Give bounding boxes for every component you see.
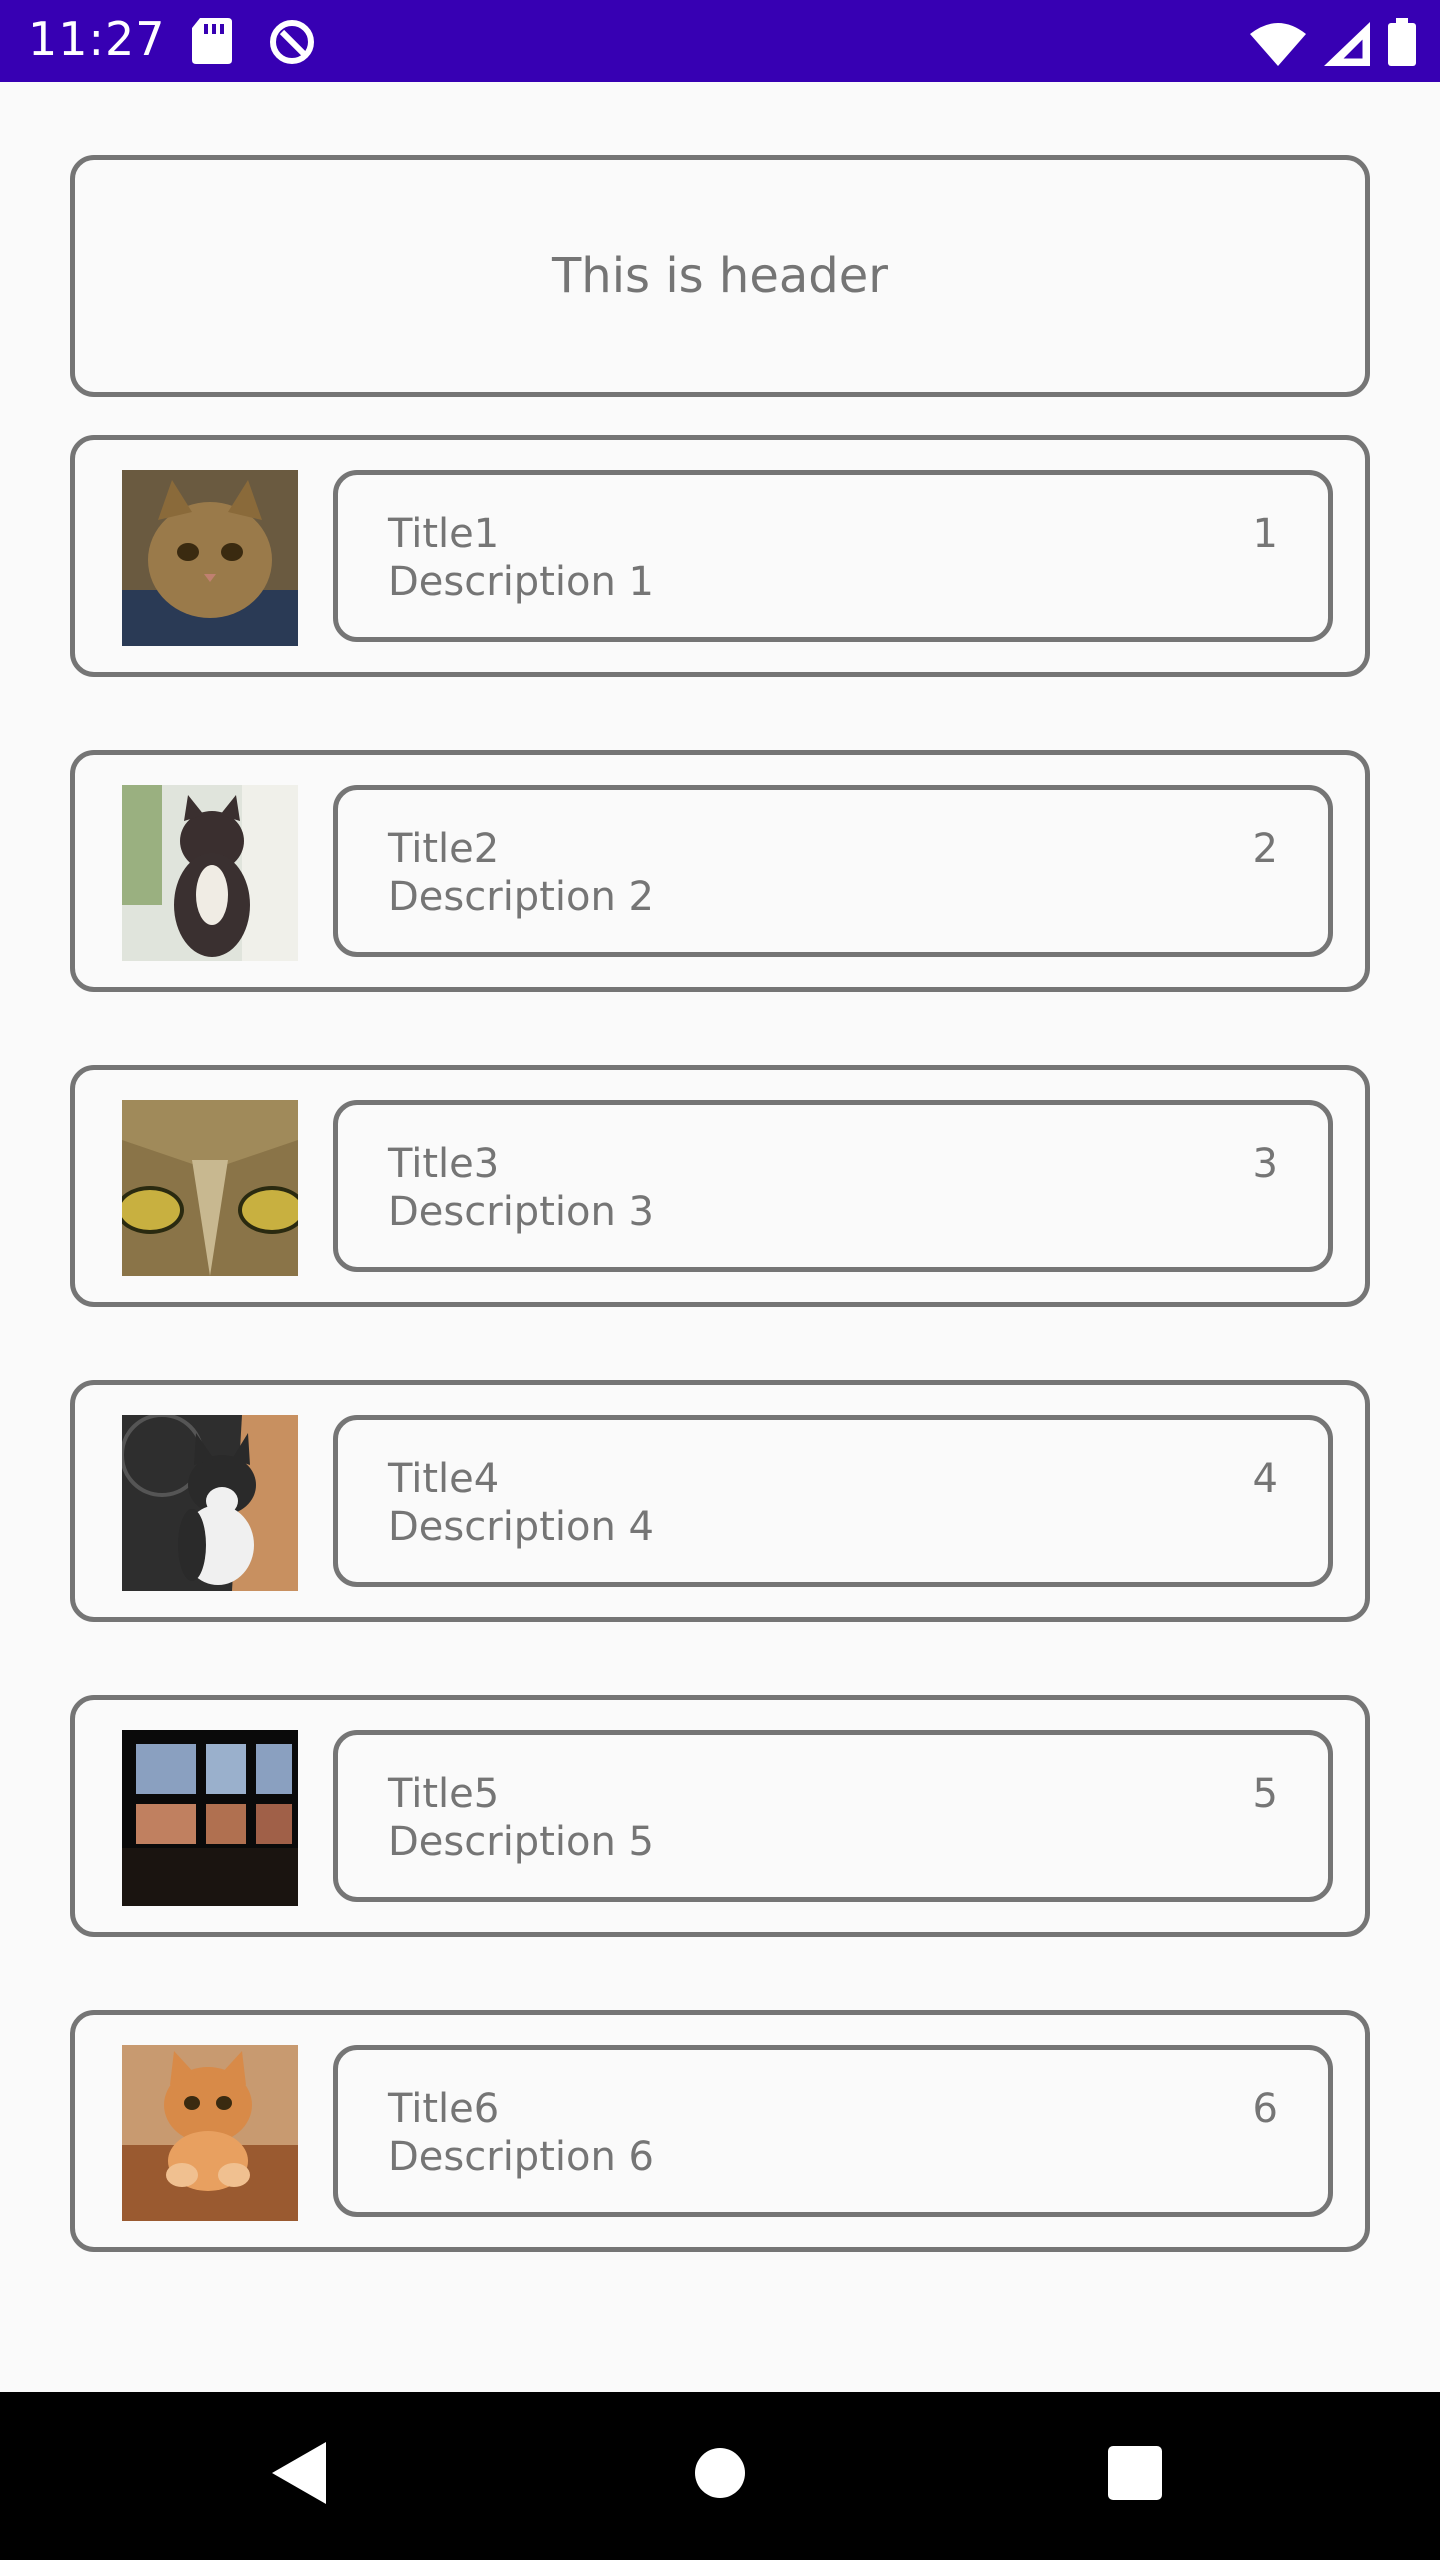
header-text: This is header [551, 248, 889, 304]
recents-icon[interactable] [1108, 2442, 1162, 2508]
item-number: 1 [1252, 511, 1278, 557]
list-item[interactable]: Title6 Description 6 6 [70, 2010, 1370, 2252]
item-number: 4 [1252, 1456, 1278, 1502]
cat-image [122, 2045, 298, 2221]
item-details: Title2 Description 2 2 [333, 785, 1333, 957]
item-description: Description 4 [388, 1504, 654, 1550]
header-card: This is header [70, 155, 1370, 397]
item-title: Title1 [388, 511, 500, 557]
sd-card-icon [192, 18, 232, 70]
item-number: 5 [1252, 1771, 1278, 1817]
status-time: 11:27 [28, 12, 166, 66]
item-number: 2 [1252, 826, 1278, 872]
item-title: Title6 [388, 2086, 500, 2132]
item-description: Description 5 [388, 1819, 654, 1865]
item-thumbnail [122, 785, 298, 961]
item-description: Description 2 [388, 874, 654, 920]
item-number: 3 [1252, 1141, 1278, 1187]
list-item[interactable]: Title3 Description 3 3 [70, 1065, 1370, 1307]
item-thumbnail [122, 2045, 298, 2221]
item-number: 6 [1252, 2086, 1278, 2132]
item-title: Title5 [388, 1771, 500, 1817]
navigation-bar [0, 2392, 1440, 2560]
item-thumbnail [122, 1100, 298, 1276]
cat-image [122, 1730, 298, 1906]
item-description: Description 6 [388, 2134, 654, 2180]
home-icon[interactable] [694, 2442, 746, 2508]
item-details: Title3 Description 3 3 [333, 1100, 1333, 1272]
list-item[interactable]: Title2 Description 2 2 [70, 750, 1370, 992]
list-item[interactable]: Title1 Description 1 1 [70, 435, 1370, 677]
item-title: Title3 [388, 1141, 500, 1187]
cat-image [122, 1415, 298, 1591]
cat-image [122, 470, 298, 646]
status-bar: 11:27 [0, 0, 1440, 82]
cellular-signal-icon [1324, 22, 1370, 70]
item-title: Title4 [388, 1456, 500, 1502]
list-item[interactable]: Title4 Description 4 4 [70, 1380, 1370, 1622]
item-thumbnail [122, 1415, 298, 1591]
item-details: Title5 Description 5 5 [333, 1730, 1333, 1902]
cat-image [122, 1100, 298, 1276]
battery-icon [1388, 18, 1416, 70]
content-list[interactable]: This is header Title1 Description 1 1 Ti… [0, 82, 1440, 2392]
item-description: Description 3 [388, 1189, 654, 1235]
back-icon[interactable] [272, 2442, 326, 2508]
item-thumbnail [122, 1730, 298, 1906]
cat-image [122, 785, 298, 961]
item-description: Description 1 [388, 559, 654, 605]
wifi-icon [1250, 22, 1306, 70]
data-saver-icon [268, 18, 316, 70]
item-title: Title2 [388, 826, 500, 872]
item-details: Title6 Description 6 6 [333, 2045, 1333, 2217]
item-thumbnail [122, 470, 298, 646]
list-item[interactable]: Title5 Description 5 5 [70, 1695, 1370, 1937]
item-details: Title1 Description 1 1 [333, 470, 1333, 642]
item-details: Title4 Description 4 4 [333, 1415, 1333, 1587]
